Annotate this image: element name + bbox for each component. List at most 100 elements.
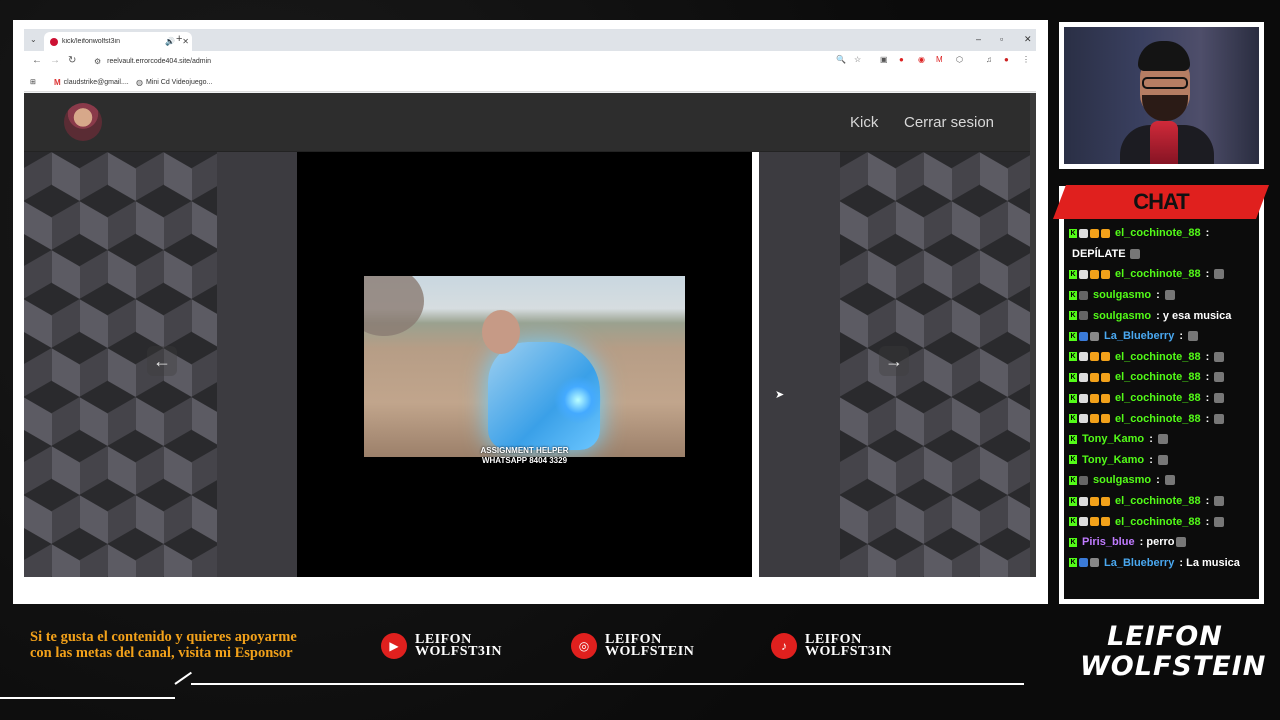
next-arrow-icon[interactable]: → <box>879 346 909 376</box>
social-instagram-text: LEIFON WOLFSTEIN <box>605 633 695 659</box>
chat-username[interactable]: el_cochinote_88 <box>1115 413 1201 425</box>
chat-username[interactable]: La_Blueberry <box>1104 557 1174 569</box>
favicon-icon <box>50 37 58 46</box>
chat-username[interactable]: el_cochinote_88 <box>1115 351 1201 363</box>
chat-message: Kel_cochinote_88 : <box>1069 267 1225 281</box>
chat-colon: : <box>1176 330 1187 343</box>
subject-head <box>482 310 520 354</box>
chat-username[interactable]: el_cochinote_88 <box>1115 371 1201 383</box>
admin-page: Kick Cerrar sesion ← → ASSIGNMENT HELPER… <box>24 93 1036 577</box>
chat-emote-icon <box>1214 413 1225 424</box>
bot-badge-icon <box>1079 517 1088 527</box>
chat-username[interactable]: Tony_Kamo <box>1082 433 1144 445</box>
bot-badge-icon <box>1079 414 1088 424</box>
globe-icon: ◍ <box>136 78 143 87</box>
prev-arrow-icon[interactable]: ← <box>147 346 177 376</box>
chat-message: Kel_cochinote_88 : <box>1069 391 1225 405</box>
right-background-pattern <box>840 152 1030 577</box>
kick-badge-icon: K <box>1069 290 1077 300</box>
caption-line-2: WHATSAPP 8404 3329 <box>481 456 568 465</box>
kick-badge-icon: K <box>1069 269 1077 279</box>
kick-badge-icon: K <box>1069 393 1077 403</box>
media-icon[interactable]: ♫ <box>986 55 992 64</box>
bot-badge-icon <box>1079 393 1088 403</box>
bot-badge-icon <box>1079 352 1088 362</box>
adblock-icon[interactable]: ● <box>899 55 904 64</box>
opera-icon[interactable]: ◉ <box>918 55 925 64</box>
minimize-icon[interactable]: – <box>976 34 981 44</box>
gmail-ext-icon[interactable]: M <box>936 55 943 64</box>
chat-badges: K <box>1069 309 1090 323</box>
new-tab-icon[interactable]: + <box>176 34 182 45</box>
kick-badge-icon: K <box>1069 475 1077 485</box>
chat-username[interactable]: el_cochinote_88 <box>1115 268 1201 280</box>
kick-badge-icon: K <box>1069 434 1077 444</box>
menu-icon[interactable]: ⋮ <box>1022 55 1030 64</box>
one-badge-icon <box>1090 352 1099 362</box>
hat-badge-icon <box>1090 331 1099 341</box>
close-tab-icon[interactable]: ✕ <box>182 37 189 46</box>
extension-icon[interactable]: ▣ <box>880 55 888 64</box>
window-close-icon[interactable]: ✕ <box>1024 34 1032 45</box>
kick-link[interactable]: Kick <box>850 114 878 131</box>
chat-username[interactable]: soulgasmo <box>1093 474 1151 486</box>
zoom-icon[interactable]: 🔍 <box>836 55 846 64</box>
tab-search-icon[interactable]: ⌄ <box>30 35 37 44</box>
back-icon[interactable]: ← <box>32 55 42 66</box>
kick-badge-icon: K <box>1069 311 1077 321</box>
right-slide-shadow <box>759 152 840 577</box>
social-instagram-line2: WOLFSTEIN <box>605 644 695 659</box>
chat-colon: : <box>1202 495 1213 507</box>
sponsor-text: Si te gusta el contenido y quieres apoya… <box>30 629 297 661</box>
chat-username[interactable]: el_cochinote_88 <box>1115 392 1201 404</box>
overlay-line-diagonal <box>174 671 192 685</box>
apps-icon[interactable]: ⊞ <box>30 78 36 86</box>
video-player[interactable]: ASSIGNMENT HELPER WHATSAPP 8404 3329 <box>297 152 752 577</box>
puzzle-icon[interactable]: ⬡ <box>956 55 963 64</box>
tab-bar: ⌄ kick/leifonwolfst3in 🔊 ✕ + – ▫ ✕ <box>24 29 1036 51</box>
microphone <box>1150 121 1178 164</box>
page-scrollbar[interactable] <box>1030 93 1036 577</box>
site-avatar[interactable] <box>64 103 102 141</box>
chat-username[interactable]: soulgasmo <box>1093 310 1151 322</box>
crown-badge-icon <box>1101 372 1110 382</box>
url-input[interactable]: ⚙ reelvault.errorcode404.site/admin <box>88 54 848 69</box>
crown-badge-icon <box>1101 352 1110 362</box>
bot-badge-icon <box>1079 269 1088 279</box>
crown-badge-icon <box>1101 269 1110 279</box>
chat-message: Ksoulgasmo : <box>1069 473 1175 487</box>
overlay-line-main <box>191 683 1024 685</box>
chat-username[interactable]: soulgasmo <box>1093 289 1151 301</box>
site-info-icon[interactable]: ⚙ <box>94 57 101 66</box>
profile-avatar-icon[interactable]: ● <box>1004 55 1009 64</box>
chat-emote-icon <box>1164 290 1175 301</box>
chat-emote-icon <box>1214 496 1225 507</box>
chat-username[interactable]: Piris_blue <box>1082 536 1135 548</box>
bookmark-star-icon[interactable]: ☆ <box>854 55 861 64</box>
bookmark-minicd[interactable]: ◍ Mini Cd Videojuego... <box>136 78 212 87</box>
social-tiktok-text: LEIFON WOLFST3IN <box>805 633 892 659</box>
bookmark-gmail[interactable]: Mclaudstrike@gmail.... <box>54 78 129 87</box>
maximize-icon[interactable]: ▫ <box>1000 34 1003 44</box>
chat-badges: K <box>1069 226 1112 240</box>
tab-active[interactable]: kick/leifonwolfst3in 🔊 ✕ <box>44 32 192 51</box>
logout-link[interactable]: Cerrar sesion <box>904 114 994 131</box>
chat-username[interactable]: Tony_Kamo <box>1082 454 1144 466</box>
chat-emote-icon <box>1164 475 1175 486</box>
forward-icon[interactable]: → <box>50 55 60 66</box>
chat-username[interactable]: el_cochinote_88 <box>1115 495 1201 507</box>
chat-username[interactable]: el_cochinote_88 <box>1115 227 1201 239</box>
video-frame[interactable] <box>364 276 685 457</box>
chat-username[interactable]: DEPÍLATE <box>1072 248 1126 260</box>
chat-badges: K <box>1069 412 1112 426</box>
chat-username[interactable]: el_cochinote_88 <box>1115 516 1201 528</box>
chat-message: K Tony_Kamo : <box>1069 453 1168 467</box>
audio-icon[interactable]: 🔊 <box>165 37 175 46</box>
webcam-feed <box>1064 27 1259 164</box>
crown-badge-icon <box>1101 393 1110 403</box>
gift-badge-icon <box>1079 475 1088 485</box>
chat-username[interactable]: La_Blueberry <box>1104 330 1174 342</box>
chat-text: y esa musica <box>1162 309 1232 322</box>
gift-badge-icon <box>1079 290 1088 300</box>
reload-icon[interactable]: ↻ <box>68 55 76 66</box>
